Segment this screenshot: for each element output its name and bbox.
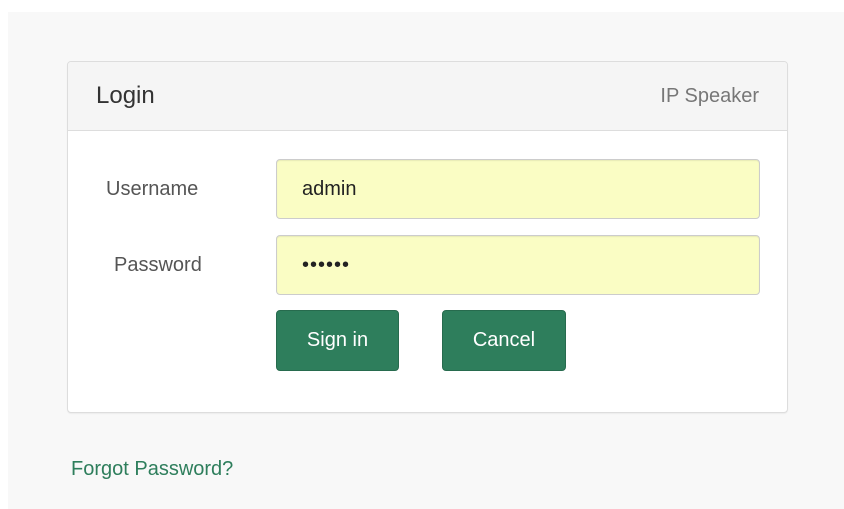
password-label: Password bbox=[114, 254, 202, 276]
panel-title: Login bbox=[96, 82, 155, 109]
forgot-password-link[interactable]: Forgot Password? bbox=[71, 458, 233, 481]
login-page: Login IP Speaker Username Password Sign … bbox=[0, 0, 844, 509]
username-label: Username bbox=[106, 178, 199, 200]
sign-in-button[interactable]: Sign in bbox=[276, 310, 399, 371]
panel-subtitle: IP Speaker bbox=[660, 85, 759, 107]
password-field[interactable] bbox=[276, 235, 760, 295]
username-field[interactable] bbox=[276, 159, 760, 219]
panel-heading: Login IP Speaker bbox=[68, 62, 787, 131]
cancel-button[interactable]: Cancel bbox=[442, 310, 566, 371]
login-panel: Login IP Speaker Username Password Sign … bbox=[67, 61, 788, 413]
